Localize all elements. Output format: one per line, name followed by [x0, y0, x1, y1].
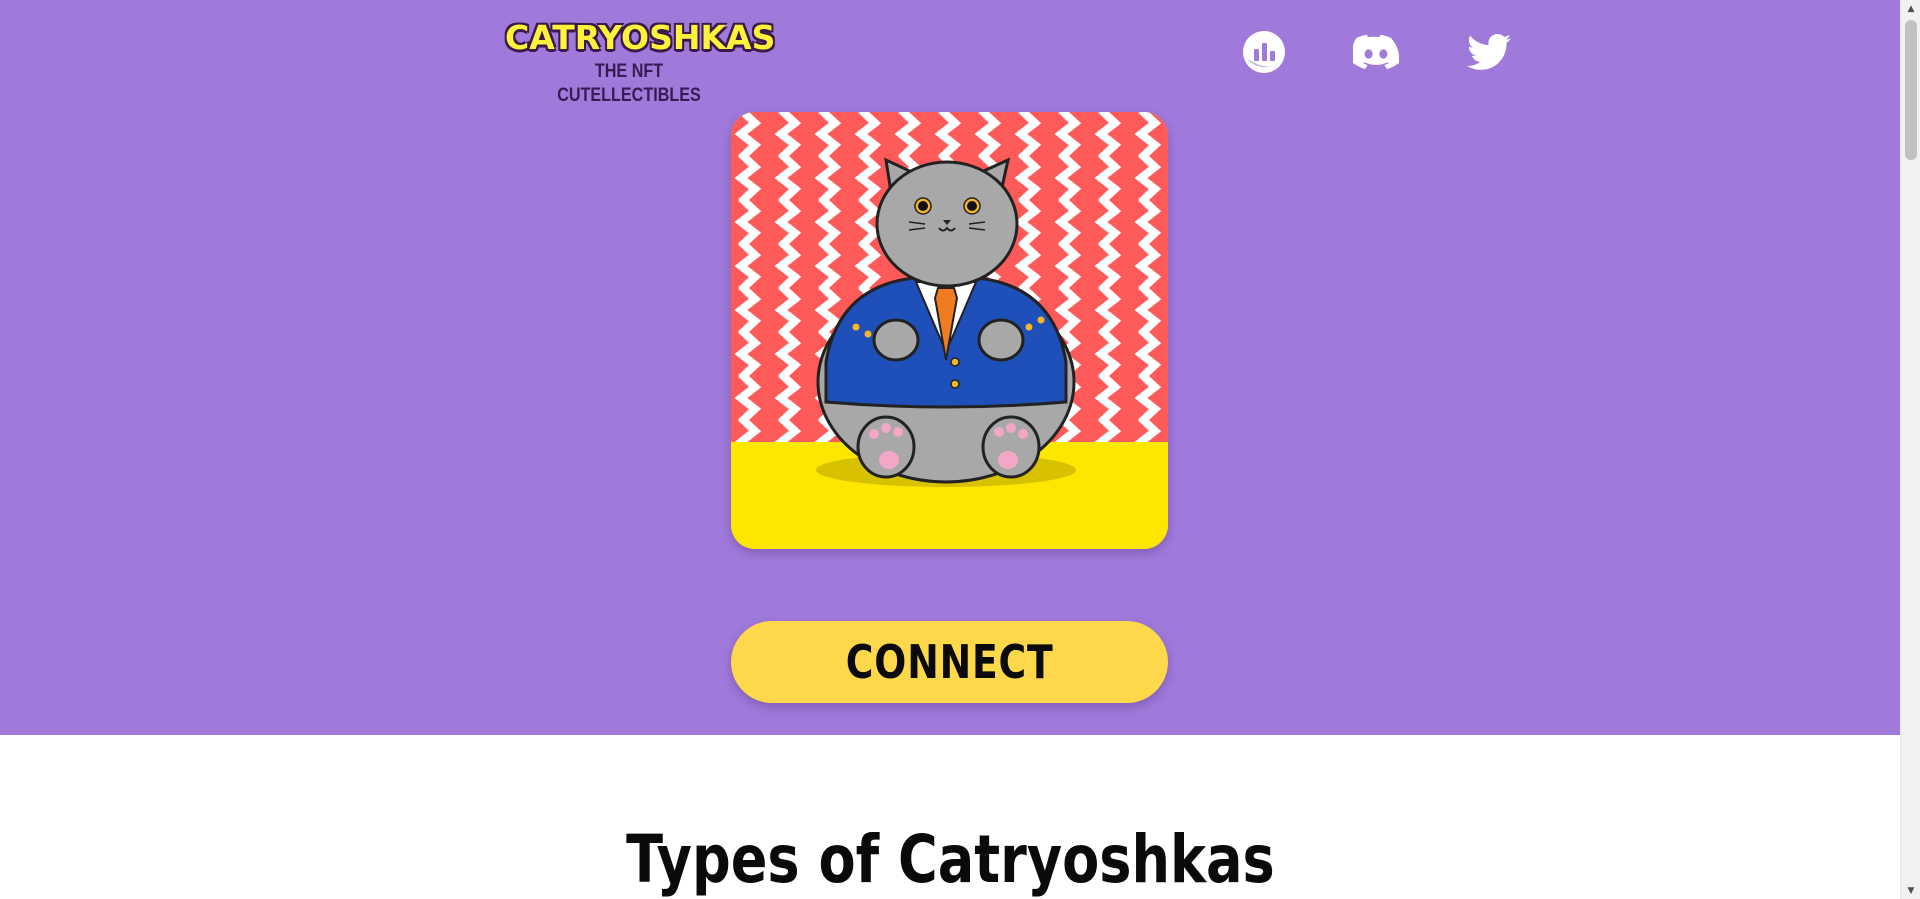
section-title-text: Types of Catryoshkas — [625, 821, 1275, 898]
scroll-down-arrow-icon[interactable]: ▼ — [1901, 882, 1920, 899]
types-section-title: Types of Catryoshkas — [0, 820, 1900, 899]
scroll-up-arrow-icon[interactable]: ▲ — [1901, 0, 1920, 17]
logo-tagline: THE NFT CUTELLECTIBLES — [557, 61, 701, 106]
discord-link[interactable] — [1352, 28, 1400, 76]
cat-in-suit-illustration — [731, 112, 1168, 549]
page-scrollbar[interactable]: ▲ ▼ — [1900, 0, 1920, 899]
connect-wallet-button[interactable]: CONNECT — [731, 621, 1168, 703]
featured-nft-artwork — [731, 112, 1168, 549]
connect-button-label: CONNECT — [845, 635, 1054, 689]
scroll-thumb[interactable] — [1905, 20, 1917, 160]
discord-icon — [1353, 34, 1399, 69]
site-logo[interactable]: CATRYOSHKAS THE NFT CUTELLECTIBLES — [505, 18, 776, 106]
logo-wordmark: CATRYOSHKAS — [505, 18, 776, 57]
hero-section: CATRYOSHKAS THE NFT CUTELLECTIBLES CONNE… — [0, 0, 1900, 735]
chart-icon — [1243, 31, 1285, 73]
twitter-link[interactable] — [1465, 28, 1513, 76]
twitter-icon — [1467, 34, 1511, 70]
market-stats-link[interactable] — [1240, 28, 1288, 76]
